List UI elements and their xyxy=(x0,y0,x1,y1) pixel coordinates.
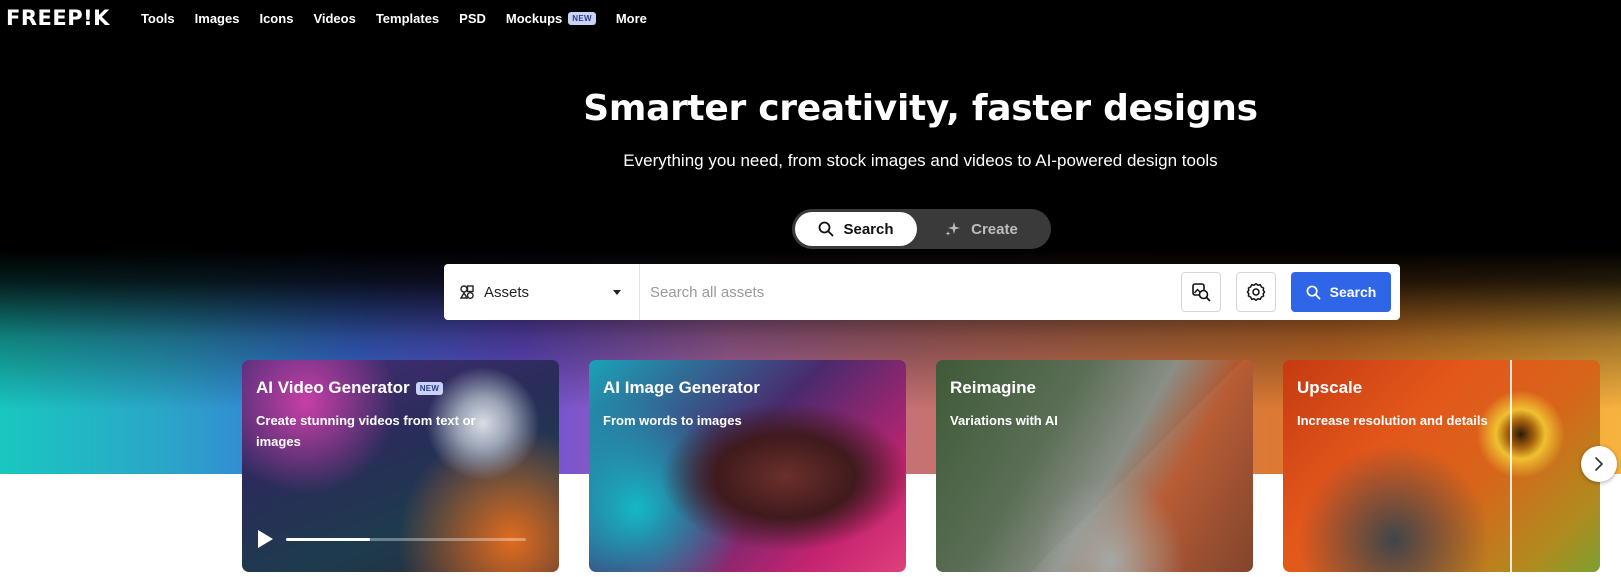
nav-item-tools[interactable]: Tools xyxy=(141,11,175,26)
search-by-image-button[interactable] xyxy=(1181,272,1221,312)
card-description: Increase resolution and details xyxy=(1297,413,1488,428)
create-mode-label: Create xyxy=(971,220,1018,238)
nav-item-videos[interactable]: Videos xyxy=(313,11,355,26)
card-title-text: AI Video Generator xyxy=(256,378,410,397)
video-controls xyxy=(256,527,546,551)
carousel-next-button[interactable] xyxy=(1581,446,1617,482)
mode-toggle: Search Create xyxy=(792,209,1051,249)
search-mode-label: Search xyxy=(843,220,894,238)
card-upscale[interactable]: Upscale Increase resolution and details xyxy=(1283,360,1600,572)
card-description: From words to images xyxy=(603,413,742,428)
card-ai-video-generator[interactable]: AI Video Generator NEW Create stunning v… xyxy=(242,360,559,572)
search-input[interactable] xyxy=(640,264,1181,320)
new-badge: NEW xyxy=(415,381,444,395)
image-search-icon xyxy=(1192,283,1211,302)
search-settings-button[interactable] xyxy=(1236,272,1276,312)
card-title: Reimagine xyxy=(950,378,1036,398)
card-title: Upscale xyxy=(1297,378,1362,398)
gear-icon xyxy=(1246,283,1266,301)
video-progress-bar[interactable] xyxy=(286,537,526,541)
search-icon xyxy=(819,221,834,237)
card-reimagine[interactable]: Reimagine Variations with AI xyxy=(936,360,1253,572)
asset-type-dropdown[interactable]: Assets xyxy=(444,264,640,320)
card-title-text: Reimagine xyxy=(950,378,1036,397)
search-submit-button[interactable]: Search xyxy=(1291,272,1391,312)
nav-label: PSD xyxy=(459,10,486,26)
search-icon xyxy=(1306,285,1321,299)
new-badge: NEW xyxy=(568,11,596,25)
card-title-text: AI Image Generator xyxy=(603,378,760,397)
nav-item-icons[interactable]: Icons xyxy=(259,11,293,26)
video-progress-fill xyxy=(286,537,370,541)
nav-label: More xyxy=(615,10,647,26)
card-title: AI Image Generator xyxy=(603,378,760,398)
nav-label: Images xyxy=(194,10,240,26)
top-navigation: FREEP!K Tools Images Icons Videos Templa… xyxy=(0,0,1621,36)
asset-type-label: Assets xyxy=(484,283,530,301)
search-bar: Assets Search xyxy=(444,264,1400,320)
caret-down-icon xyxy=(613,290,621,295)
upscale-compare-divider xyxy=(1510,360,1512,572)
search-button-label: Search xyxy=(1329,284,1377,300)
nav-label: Mockups xyxy=(505,10,563,26)
nav-label: Templates xyxy=(375,10,440,26)
freepik-logo[interactable]: FREEP!K xyxy=(6,7,110,29)
card-description: Variations with AI xyxy=(950,413,1058,428)
nav-label: Icons xyxy=(259,10,294,26)
nav-item-images[interactable]: Images xyxy=(195,11,240,26)
sparkle-icon xyxy=(945,222,961,236)
nav-item-more[interactable]: More xyxy=(616,11,647,26)
nav-item-mockups[interactable]: Mockups NEW xyxy=(506,11,596,26)
assets-icon xyxy=(459,285,474,299)
card-description: Create stunning videos from text or imag… xyxy=(256,413,476,449)
play-icon[interactable] xyxy=(256,529,274,549)
hero-title: Smarter creativity, faster designs xyxy=(583,88,1258,129)
hero-subtitle: Everything you need, from stock images a… xyxy=(623,151,1218,170)
nav-label: Videos xyxy=(313,10,356,26)
nav-item-psd[interactable]: PSD xyxy=(459,11,486,26)
search-mode-button[interactable]: Search xyxy=(795,212,917,246)
nav-label: Tools xyxy=(140,10,175,26)
chevron-right-icon xyxy=(1595,457,1603,471)
create-mode-button[interactable]: Create xyxy=(917,212,1045,246)
card-title: AI Video Generator NEW xyxy=(256,378,444,398)
nav-item-templates[interactable]: Templates xyxy=(376,11,439,26)
card-ai-image-generator[interactable]: AI Image Generator From words to images xyxy=(589,360,906,572)
card-title-text: Upscale xyxy=(1297,378,1363,397)
